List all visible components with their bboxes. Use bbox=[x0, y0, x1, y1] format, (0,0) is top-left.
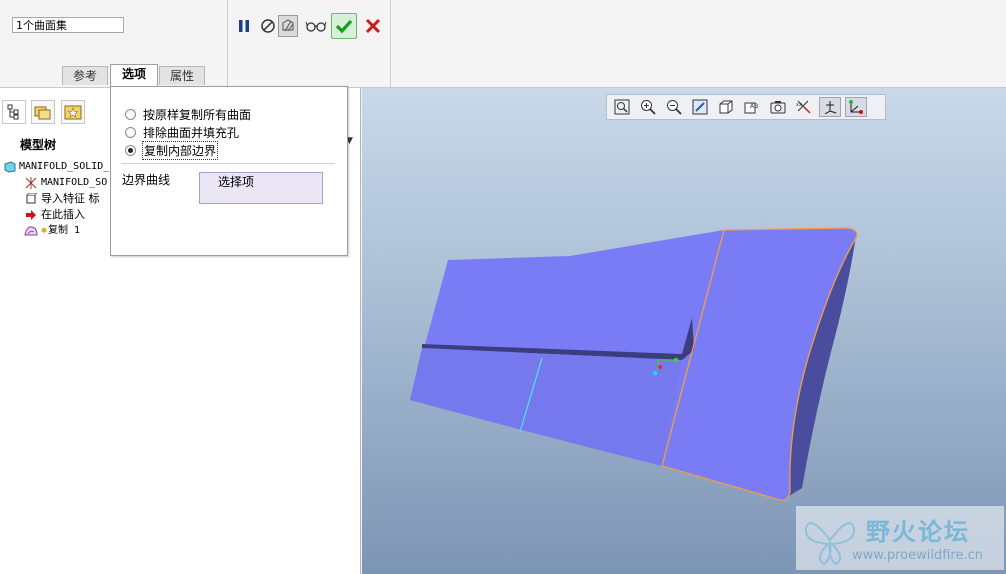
options-radio-group: 按原样复制所有曲面 排除曲面并填充孔 复制内部边界 bbox=[125, 105, 251, 160]
watermark-url: www.proewildfire.cn bbox=[852, 548, 983, 563]
tree-item-import-feature[interactable]: 导入特征 标 bbox=[4, 191, 109, 207]
boundary-curves-label: 边界曲线 bbox=[122, 173, 171, 187]
repaint-icon bbox=[692, 99, 708, 115]
radio-exclude-fill[interactable]: 排除曲面并填充孔 bbox=[125, 123, 251, 141]
options-panel: 按原样复制所有曲面 排除曲面并填充孔 复制内部边界 边界曲线 选择项 bbox=[110, 86, 348, 256]
verify-button[interactable] bbox=[304, 15, 328, 37]
radio-copy-inside-boundary-label: 复制内部边界 bbox=[141, 140, 219, 160]
folder-browser-icon bbox=[34, 106, 51, 120]
zoom-refit-icon bbox=[614, 99, 630, 115]
folder-browser-tab[interactable] bbox=[31, 100, 55, 124]
model-tree-title: 模型树 bbox=[20, 138, 57, 152]
csys-display-icon bbox=[824, 101, 837, 115]
zoom-refit-button[interactable] bbox=[611, 97, 633, 117]
svg-text:AB: AB bbox=[750, 103, 758, 110]
tab-properties[interactable]: 属性 bbox=[159, 66, 205, 85]
svg-text:xx: xx bbox=[796, 102, 802, 108]
copy-surface-icon bbox=[24, 224, 38, 238]
view-manager-icon bbox=[770, 101, 786, 114]
radio-copy-all[interactable]: 按原样复制所有曲面 bbox=[125, 105, 251, 123]
model-tree: MANIFOLD_SOLID_ MANIFOLD_SO 导入特征 标 在此插入 … bbox=[4, 159, 109, 239]
no-preview-button[interactable] bbox=[258, 15, 278, 37]
datum-display-icon: xx bbox=[796, 100, 811, 114]
preview-icon bbox=[282, 19, 294, 32]
saved-views-button[interactable]: AB bbox=[741, 97, 763, 117]
tree-item-label: 导入特征 标 bbox=[41, 192, 100, 205]
preview-button[interactable] bbox=[278, 15, 298, 37]
radio-exclude-fill-label: 排除曲面并填充孔 bbox=[143, 125, 240, 140]
tree-item-label: 在此插入 bbox=[41, 208, 85, 221]
tree-item-label: MANIFOLD_SO bbox=[41, 177, 108, 188]
butterfly-logo bbox=[804, 522, 856, 566]
zoom-out-button[interactable] bbox=[663, 97, 685, 117]
radio-copy-all-input[interactable] bbox=[125, 108, 136, 120]
surface-lower-face[interactable] bbox=[410, 348, 682, 466]
new-item-star-icon: ✱ bbox=[41, 225, 48, 236]
surface-model[interactable] bbox=[362, 88, 1006, 574]
display-style-icon bbox=[719, 100, 733, 114]
watermark-title: 野火论坛 bbox=[866, 518, 970, 546]
pause-icon bbox=[239, 20, 249, 32]
datum-display-button[interactable]: xx bbox=[793, 97, 815, 117]
display-style-button[interactable] bbox=[715, 97, 737, 117]
spin-center-icon bbox=[849, 100, 863, 114]
boundary-curves-collector[interactable]: 选择项 bbox=[199, 172, 323, 204]
tab-references[interactable]: 参考 bbox=[62, 66, 108, 85]
view-manager-button[interactable] bbox=[767, 97, 789, 117]
radio-copy-inside-boundary[interactable]: 复制内部边界 bbox=[125, 140, 251, 160]
pause-button[interactable] bbox=[233, 15, 255, 37]
dashboard-divider-2 bbox=[390, 0, 391, 87]
favorites-tab[interactable] bbox=[61, 100, 85, 124]
ok-button[interactable] bbox=[331, 13, 357, 39]
spin-center-button[interactable] bbox=[845, 97, 867, 117]
import-feature-icon bbox=[24, 192, 38, 206]
tree-item-part[interactable]: MANIFOLD_SOLID_ bbox=[4, 159, 109, 175]
csys-display-button[interactable] bbox=[819, 97, 841, 117]
view-toolbar: AB xx bbox=[606, 94, 886, 120]
graphics-window[interactable] bbox=[362, 88, 1006, 574]
radio-exclude-fill-input[interactable] bbox=[125, 126, 136, 138]
options-divider bbox=[121, 163, 335, 164]
zoom-in-button[interactable] bbox=[637, 97, 659, 117]
part-icon bbox=[4, 160, 16, 174]
zoom-in-icon bbox=[641, 100, 656, 115]
cancel-button[interactable] bbox=[362, 15, 384, 37]
cancel-x-icon bbox=[365, 18, 381, 34]
dashboard-divider bbox=[227, 0, 228, 87]
zoom-out-icon bbox=[667, 100, 682, 115]
insert-here-arrow-icon bbox=[24, 208, 38, 222]
repaint-button[interactable] bbox=[689, 97, 711, 117]
tab-options[interactable]: 选项 bbox=[110, 64, 158, 86]
tree-item-insert-here[interactable]: 在此插入 bbox=[4, 207, 109, 223]
tree-item-copy[interactable]: ✱ 复制 1 bbox=[4, 223, 109, 239]
tree-item-csys[interactable]: MANIFOLD_SO bbox=[4, 175, 109, 191]
glasses-icon bbox=[305, 21, 327, 32]
saved-views-icon: AB bbox=[744, 102, 758, 114]
no-preview-icon bbox=[261, 19, 275, 33]
model-tree-icon bbox=[7, 104, 19, 120]
tree-item-label: MANIFOLD_SOLID_ bbox=[19, 161, 109, 172]
checkmark-icon bbox=[335, 19, 353, 34]
surface-set-collector[interactable]: 1个曲面集 bbox=[12, 17, 124, 33]
csys-icon bbox=[24, 176, 38, 190]
radio-copy-all-label: 按原样复制所有曲面 bbox=[143, 107, 252, 122]
radio-copy-inside-boundary-input[interactable] bbox=[125, 144, 136, 156]
tree-item-label: 复制 1 bbox=[48, 225, 81, 236]
favorites-icon bbox=[64, 105, 82, 120]
model-tree-tab[interactable] bbox=[2, 100, 26, 124]
